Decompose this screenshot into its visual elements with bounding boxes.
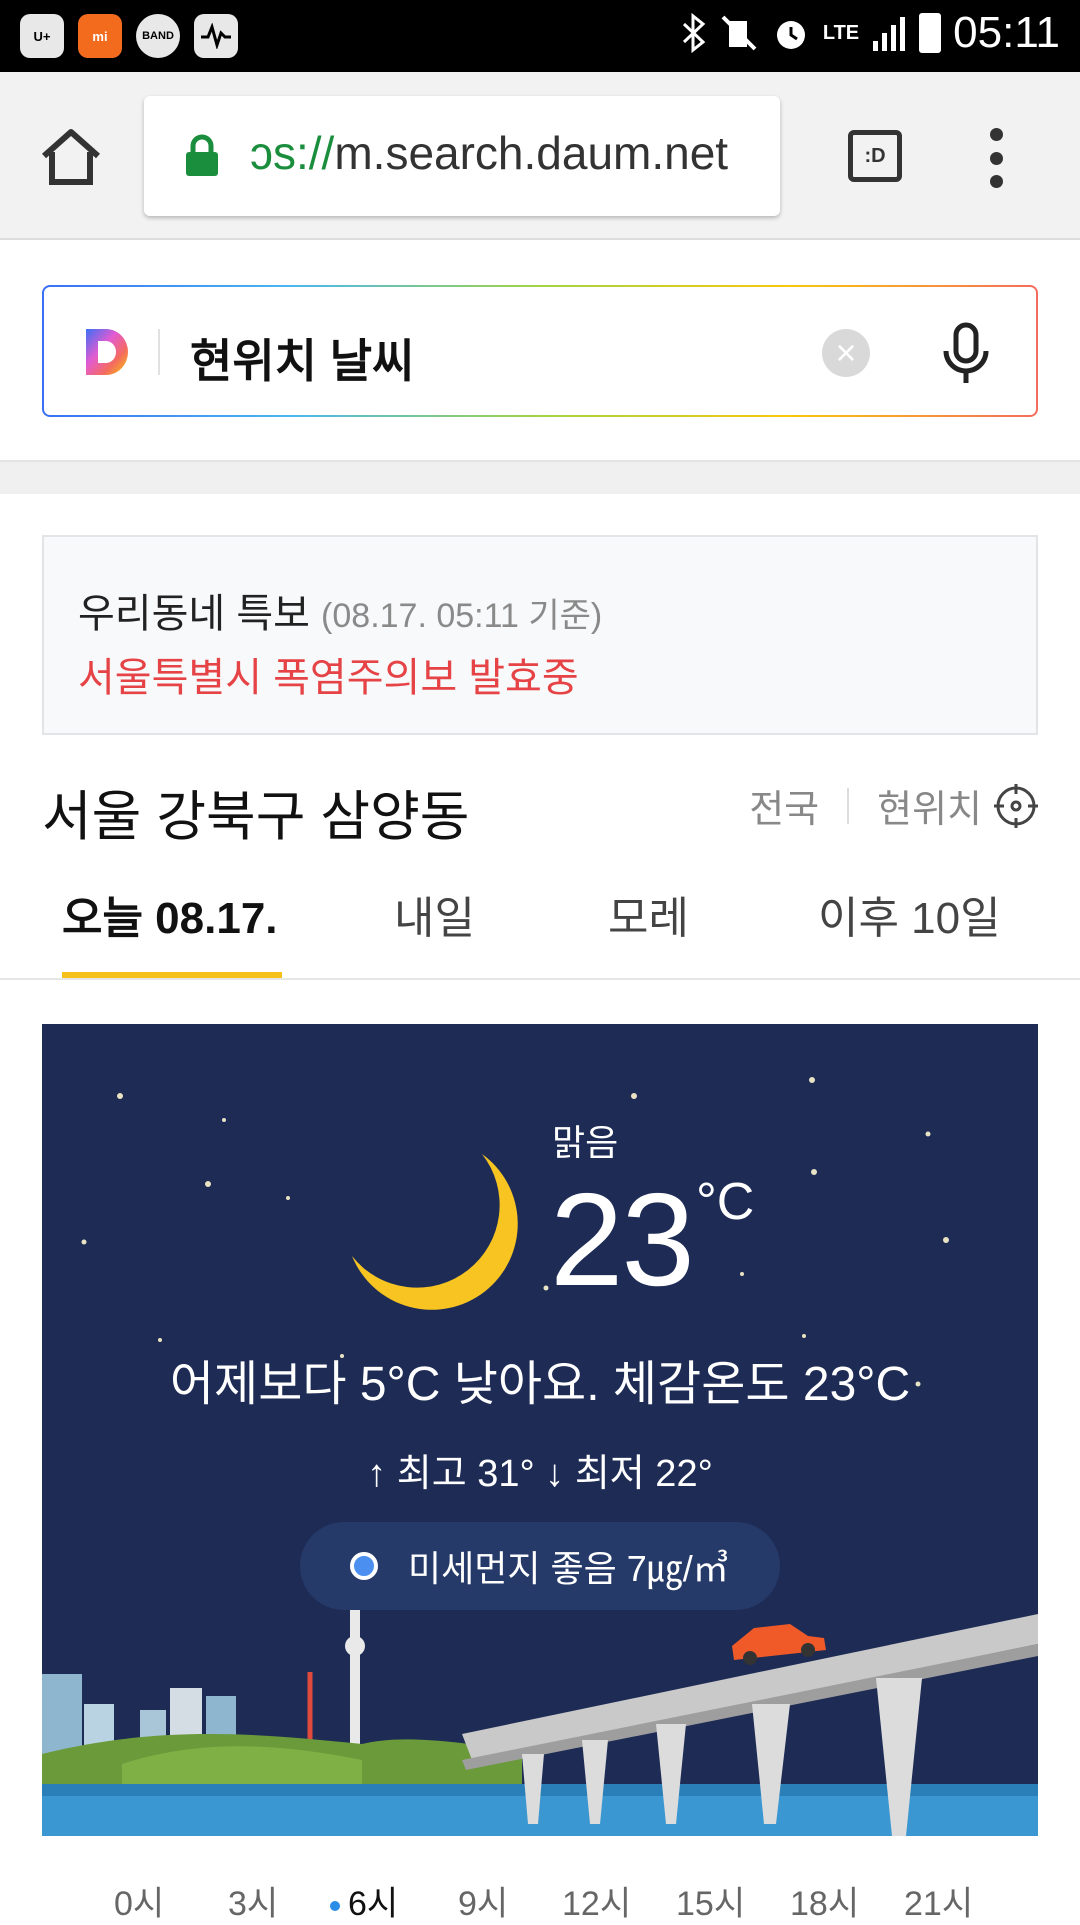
home-icon[interactable]: [38, 124, 104, 190]
more-vert-icon[interactable]: [984, 128, 1008, 188]
high-low-temperature: ↑ 최고 31° ↓ 최저 22°: [367, 1453, 713, 1495]
address-bar[interactable]: ɔs://m.search.daum.net: [144, 96, 780, 216]
car-illustration: [732, 1624, 826, 1665]
status-bar: U+ mi BAND LTE 05:11: [0, 0, 1080, 72]
url-text: ɔs://m.search.daum.net: [250, 127, 729, 179]
daum-logo[interactable]: [84, 327, 132, 377]
hour-18[interactable]: 18시: [790, 1876, 859, 1925]
search-input[interactable]: 현위치 날씨: [190, 325, 414, 391]
tab-today[interactable]: 오늘 08.17.: [62, 882, 278, 946]
notification-icons: U+ mi BAND: [20, 14, 238, 58]
section-divider: [0, 460, 1080, 494]
hour-3[interactable]: 3시: [228, 1876, 278, 1925]
mi-app-icon: mi: [78, 14, 122, 58]
alert-message[interactable]: 서울특별시 폭염주의보 발효중: [78, 645, 579, 703]
current-temperature: 23: [550, 1166, 695, 1313]
tab-day-after-tomorrow[interactable]: 모레: [608, 882, 689, 946]
clear-icon[interactable]: ×: [822, 329, 870, 377]
hour-9[interactable]: 9시: [458, 1876, 508, 1925]
tabs-icon[interactable]: :D: [848, 130, 902, 182]
nationwide-link[interactable]: 전국: [749, 778, 819, 833]
alert-heading: 우리동네 특보 (08.17. 05:11 기준): [78, 592, 603, 636]
weather-card: 맑음 23 °C 어제보다 5°C 낮아요. 체감온도 23°C ↑ 최고 31…: [42, 1024, 1038, 1836]
alert-timestamp: (08.17. 05:11 기준): [321, 597, 603, 635]
clock: 05:11: [953, 8, 1060, 57]
day-tabs: 오늘 08.17. 내일 모레 이후 10일: [0, 870, 1080, 980]
seoul-skyline-illustration: [42, 1604, 1038, 1836]
hour-21[interactable]: 21시: [904, 1876, 973, 1925]
hour-0[interactable]: 0시: [114, 1876, 164, 1925]
location-title: 서울 강북구 삼양동: [42, 787, 470, 847]
hourly-timeline: 0시 3시 6시 9시 12시 15시 18시 21시: [42, 1860, 1038, 1923]
browser-toolbar: ɔs://m.search.daum.net :D: [0, 72, 1080, 240]
network-type: LTE: [822, 21, 860, 44]
fine-dust-label: 미세먼지 좋음 7㎍/㎥: [408, 1548, 729, 1589]
temperature-unit: °C: [696, 1173, 755, 1231]
moon-icon: [352, 1154, 518, 1310]
weather-condition: 맑음: [552, 1122, 619, 1163]
bluetooth-icon: [682, 12, 706, 54]
signal-icon: [873, 17, 906, 51]
location-separator: [847, 787, 850, 824]
fine-dust-indicator[interactable]: 미세먼지 좋음 7㎍/㎥: [300, 1522, 780, 1610]
microphone-icon[interactable]: [940, 321, 992, 387]
battery-icon: [919, 13, 942, 53]
hour-12[interactable]: 12시: [562, 1876, 631, 1925]
search-divider: [158, 329, 160, 375]
temperature-comparison: 어제보다 5°C 낮아요. 체감온도 23°C: [169, 1358, 911, 1411]
hour-6[interactable]: 6시: [330, 1876, 398, 1925]
lock-icon: [186, 134, 218, 176]
crosshair-icon[interactable]: [992, 782, 1040, 830]
tab-next-10-days[interactable]: 이후 10일: [818, 882, 1001, 946]
location-actions: 전국 현위치: [749, 778, 1040, 833]
activity-icon: [194, 14, 238, 58]
tab-tomorrow[interactable]: 내일: [394, 882, 475, 946]
uplus-app-icon: U+: [20, 14, 64, 58]
vibrate-mute-icon: [721, 15, 757, 51]
band-app-icon: BAND: [136, 14, 180, 58]
search-box: 현위치 날씨 ×: [42, 285, 1038, 417]
alarm-icon: [776, 21, 805, 49]
current-location-link[interactable]: 현위치: [877, 778, 982, 833]
active-tab-indicator: [62, 972, 282, 978]
active-hour-dot: [330, 1901, 340, 1912]
weather-alert-box[interactable]: 우리동네 특보 (08.17. 05:11 기준) 서울특별시 폭염주의보 발효…: [42, 535, 1038, 735]
fine-dust-dot: [350, 1552, 378, 1580]
system-status-icons: LTE 05:11: [681, 8, 1060, 58]
hour-15[interactable]: 15시: [676, 1876, 745, 1925]
